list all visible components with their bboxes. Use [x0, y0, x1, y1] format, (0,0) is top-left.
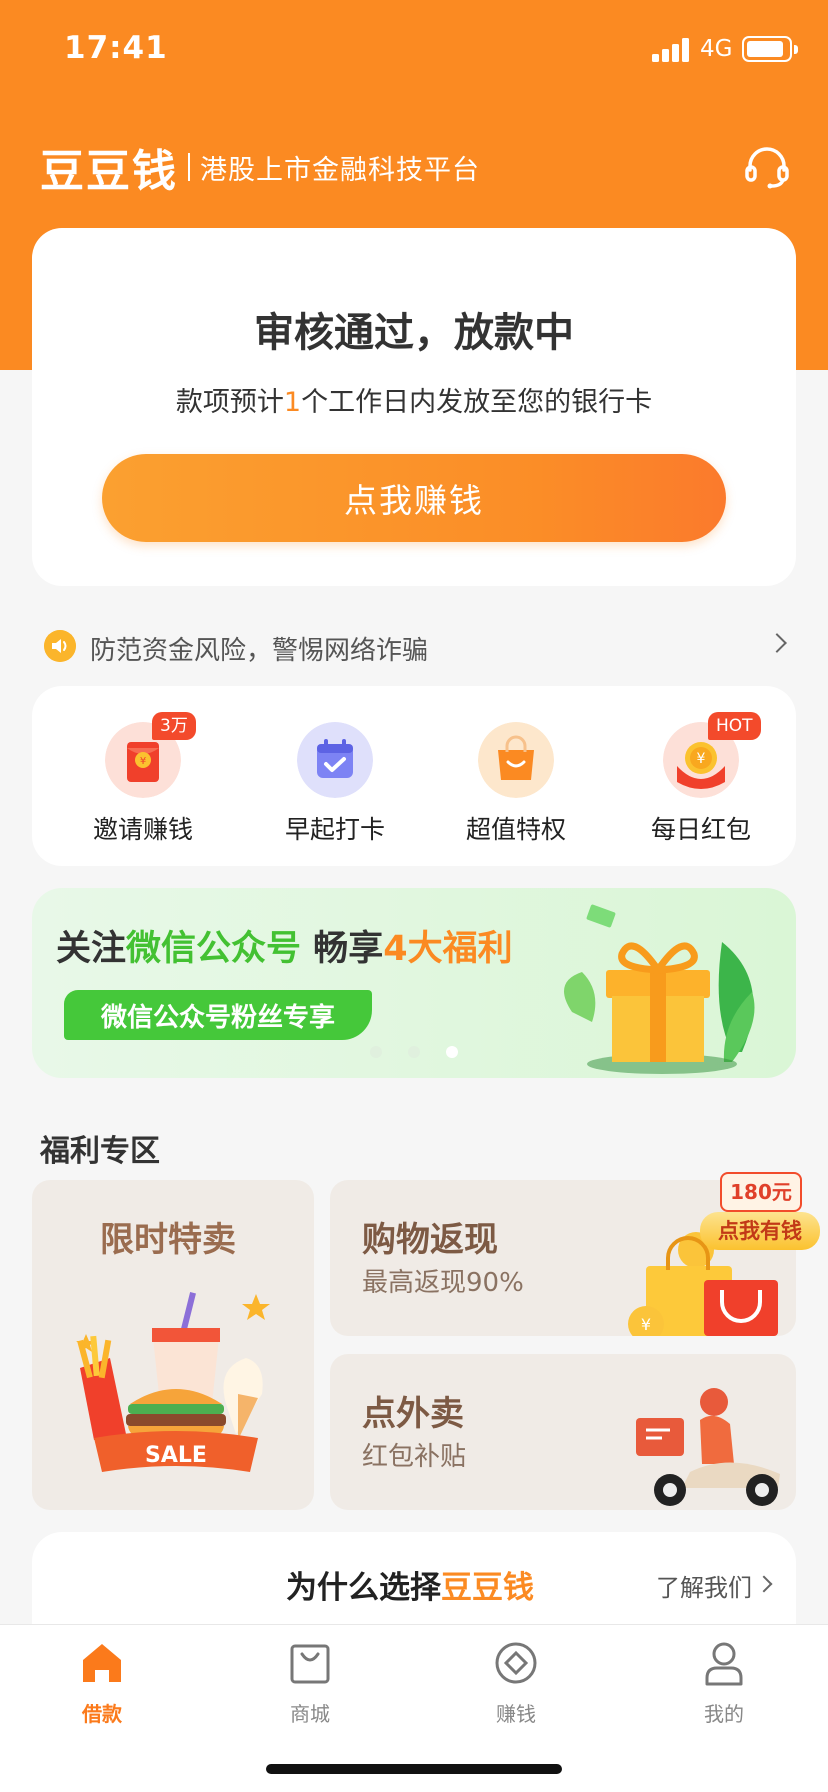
quick-action-invite[interactable]: ¥ 邀请赚钱 — [78, 722, 208, 846]
tab-label: 借款 — [82, 1702, 122, 1726]
tab-mall[interactable]: 商城 — [250, 1640, 370, 1727]
tab-profile[interactable]: 我的 — [664, 1640, 784, 1727]
brand-header: 豆豆钱 港股上市金融科技平台 — [40, 142, 480, 197]
svg-text:¥: ¥ — [641, 1315, 651, 1334]
chevron-right-icon — [767, 633, 787, 653]
speaker-icon — [44, 630, 76, 662]
takeout-subtitle: 红包补贴 — [362, 1442, 467, 1472]
sale-label: SALE — [145, 1443, 207, 1468]
fast-food-icon: SALE — [76, 1292, 270, 1472]
quick-action-checkin[interactable]: 早起打卡 — [270, 722, 400, 846]
diamond-coin-icon — [495, 1642, 537, 1684]
logo-divider — [188, 153, 190, 181]
quick-action-label: 邀请赚钱 — [92, 815, 193, 844]
tab-loan[interactable]: 借款 — [42, 1640, 162, 1727]
status-time: 17:41 — [64, 30, 168, 66]
shop-bag-icon — [290, 1644, 330, 1684]
status-bar: 17:41 4G — [0, 0, 828, 100]
takeout-title: 点外卖 — [362, 1394, 464, 1434]
limited-sale-title: 限时特卖 — [100, 1220, 236, 1260]
cashback-title: 购物返现 — [362, 1220, 498, 1260]
carousel-dot[interactable] — [370, 1046, 382, 1058]
brand-logo: 豆豆钱 — [40, 146, 178, 197]
customer-service-icon[interactable] — [744, 144, 790, 190]
shopping-bag-icon — [478, 722, 554, 798]
calendar-check-icon — [297, 722, 373, 798]
person-icon — [705, 1642, 743, 1686]
banner-pill: 微信公众号粉丝专享 — [64, 990, 372, 1040]
battery-icon — [742, 36, 798, 62]
quick-action-privileges[interactable]: 超值特权 — [451, 722, 581, 846]
earn-money-button[interactable]: 点我赚钱 — [102, 454, 726, 542]
tab-label: 赚钱 — [496, 1702, 536, 1726]
tab-label: 我的 — [704, 1702, 744, 1726]
svg-text:¥: ¥ — [140, 756, 146, 767]
notice-text: 防范资金风险，警惕网络诈骗 — [90, 636, 429, 666]
cashback-tag-label: 点我有钱 — [700, 1212, 820, 1250]
banner-carousel-dots — [370, 1046, 484, 1060]
banner-title: 关注微信公众号 畅享4大福利 — [56, 929, 513, 969]
signal-icon — [652, 38, 692, 62]
cashback-amount: 180元 — [720, 1172, 802, 1212]
invite-badge: 3万 — [152, 712, 196, 740]
loan-status-title: 审核通过，放款中 — [254, 310, 574, 356]
delivery-scooter-icon — [636, 1388, 780, 1506]
home-indicator — [266, 1764, 562, 1774]
cashback-tag[interactable]: 180元 点我有钱 — [700, 1172, 820, 1258]
why-choose-title: 为什么选择豆豆钱 — [286, 1570, 534, 1606]
quick-action-daily-redpacket[interactable]: ¥ 每日红包 — [636, 722, 766, 846]
cashback-subtitle: 最高返现90% — [362, 1268, 524, 1298]
welfare-section-title: 福利专区 — [40, 1134, 160, 1169]
fraud-notice-bar[interactable]: 防范资金风险，警惕网络诈骗 — [0, 616, 828, 676]
quick-action-label: 每日红包 — [650, 815, 751, 844]
hot-badge: HOT — [708, 712, 761, 740]
gift-box-icon — [564, 904, 755, 1074]
quick-action-label: 早起打卡 — [284, 815, 385, 844]
quick-action-label: 超值特权 — [465, 815, 566, 844]
carousel-dot[interactable] — [408, 1046, 420, 1058]
brand-tagline: 港股上市金融科技平台 — [200, 154, 480, 186]
network-type: 4G — [700, 36, 733, 62]
carousel-dot-active[interactable] — [446, 1046, 458, 1058]
home-icon — [83, 1644, 121, 1682]
tab-label: 商城 — [290, 1702, 330, 1726]
svg-text:¥: ¥ — [697, 751, 706, 767]
tab-earn[interactable]: 赚钱 — [456, 1640, 576, 1727]
about-us-link[interactable]: 了解我们 — [656, 1568, 752, 1603]
loan-status-subtitle: 款项预计1个工作日内发放至您的银行卡 — [175, 387, 653, 418]
